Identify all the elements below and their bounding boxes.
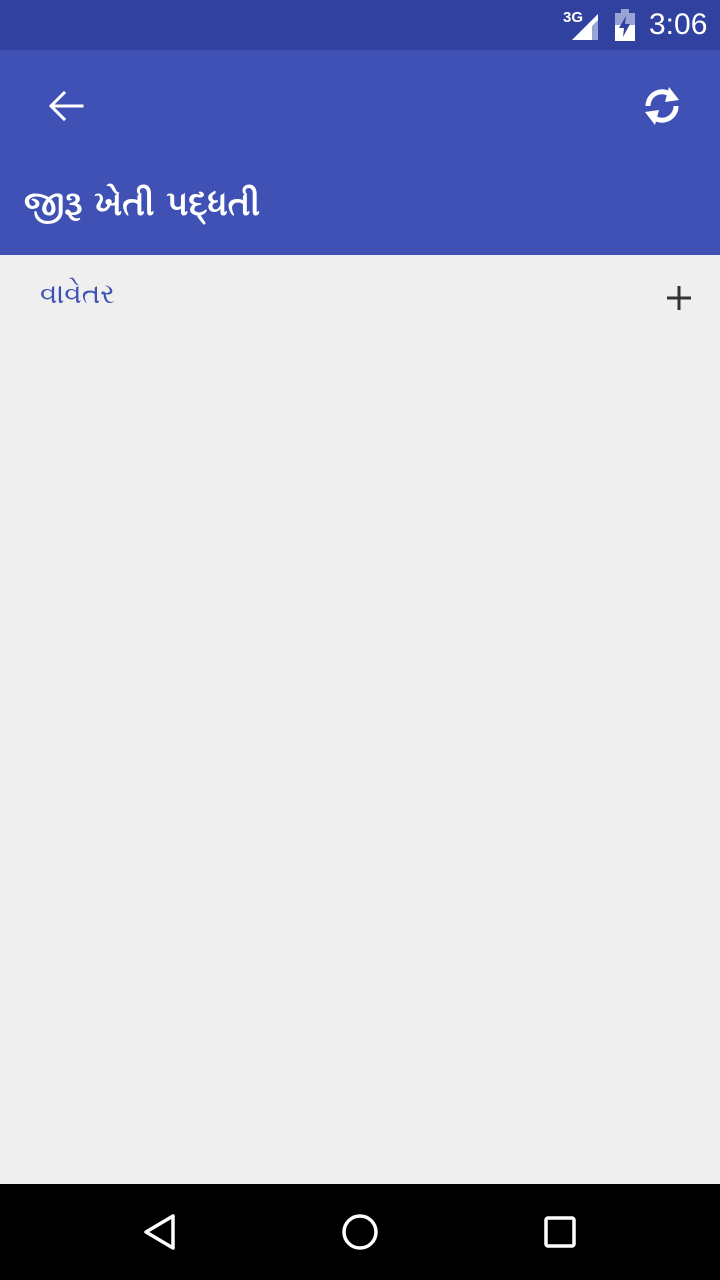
battery-charging-icon bbox=[615, 9, 635, 41]
app-bar: જીરૂ ખેતી પદ્ધતી bbox=[0, 50, 720, 255]
nav-back-button[interactable] bbox=[120, 1202, 200, 1262]
nav-back-icon bbox=[144, 1214, 175, 1250]
status-bar: 3G 3:06 bbox=[0, 0, 720, 50]
page-title: જીરૂ ખેતી પદ્ધતી bbox=[24, 184, 261, 224]
navigation-bar bbox=[0, 1184, 720, 1280]
nav-home-icon bbox=[342, 1214, 378, 1250]
nav-recents-button[interactable] bbox=[520, 1202, 600, 1262]
arrow-back-icon bbox=[48, 90, 84, 122]
back-button[interactable] bbox=[26, 76, 106, 136]
refresh-icon bbox=[645, 87, 679, 125]
signal-icon bbox=[572, 14, 598, 40]
refresh-button[interactable] bbox=[622, 70, 702, 142]
plus-icon bbox=[667, 286, 691, 310]
nav-home-button[interactable] bbox=[320, 1202, 400, 1262]
clock: 3:06 bbox=[649, 8, 708, 41]
list-item[interactable]: વાવેતર bbox=[0, 255, 720, 335]
add-button[interactable] bbox=[652, 271, 706, 325]
nav-recents-icon bbox=[544, 1216, 576, 1248]
list-item-label: વાવેતર bbox=[40, 277, 115, 310]
